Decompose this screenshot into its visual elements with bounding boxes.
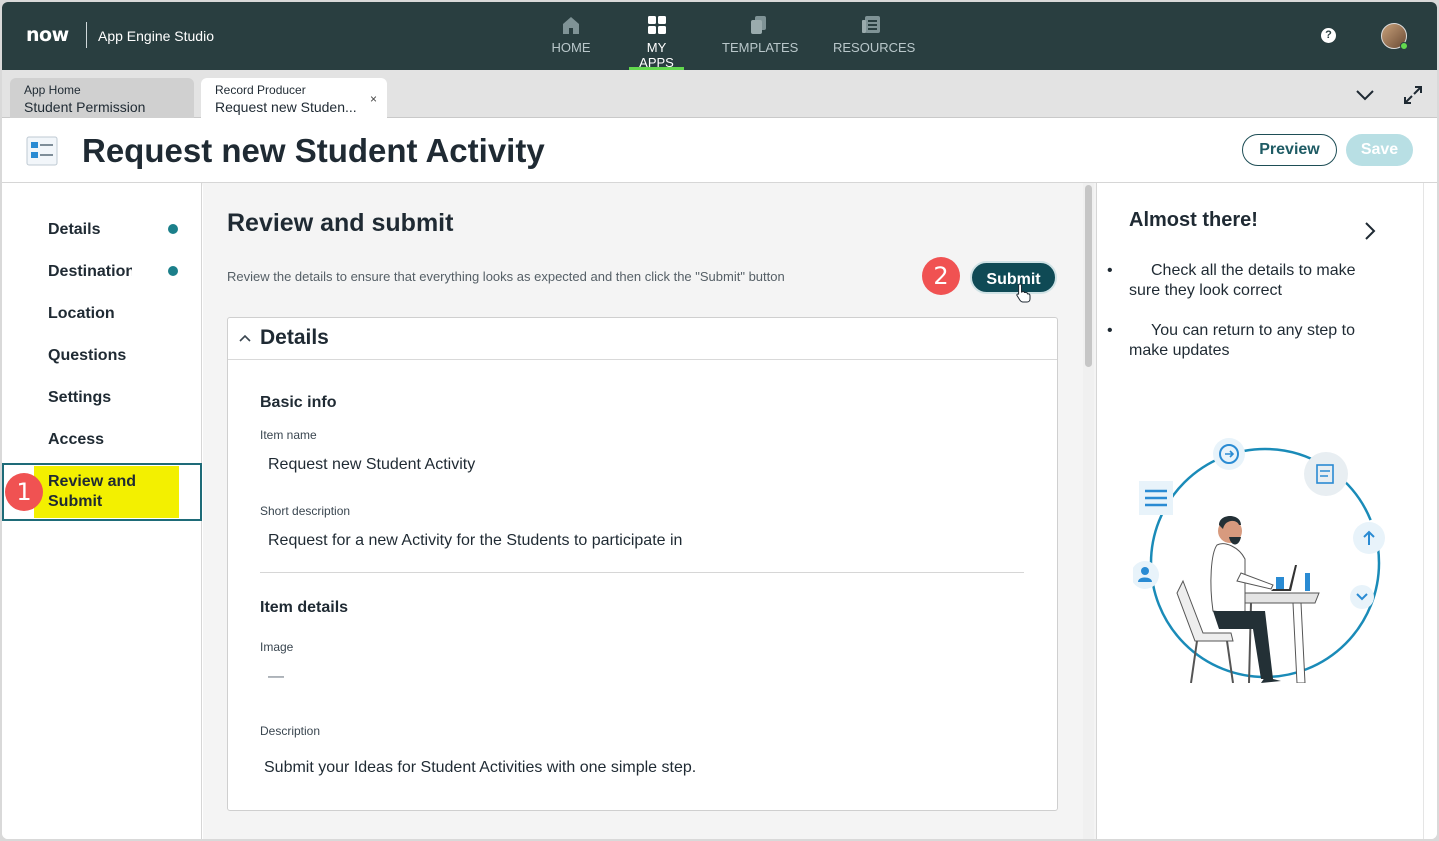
expand-icon[interactable]	[1402, 84, 1424, 106]
short-description-label: Short description	[260, 504, 351, 518]
scrollbar-thumb[interactable]	[1085, 185, 1092, 367]
step-review-and-submit-label: Review and Submit	[48, 473, 137, 510]
app-window: now App Engine Studio HOME MY APPS TEMPL…	[2, 2, 1437, 839]
chevron-up-icon[interactable]	[238, 332, 252, 344]
help-icon[interactable]: ?	[1321, 28, 1336, 43]
section-description: Review the details to ensure that everyt…	[227, 269, 785, 284]
person-at-desk-illustration	[1133, 438, 1385, 683]
tip-item: Check all the details to make sure they …	[1107, 261, 1389, 301]
chevron-right-icon[interactable]	[1363, 221, 1377, 241]
tab-bar: App Home Student Permission Record Produ…	[2, 70, 1437, 118]
step-nav: Details Destination Location Questions S…	[2, 183, 202, 839]
save-button[interactable]: Save	[1346, 134, 1413, 166]
nav-resources[interactable]: RESOURCES	[833, 14, 915, 70]
nav-home-label: HOME	[551, 40, 591, 55]
nav-home[interactable]: HOME	[550, 14, 592, 70]
details-card: Details Basic info Item name Request new…	[227, 317, 1058, 811]
templates-icon	[750, 16, 766, 34]
step-complete-indicator	[168, 266, 178, 276]
description-label: Description	[260, 724, 321, 738]
tab-type: App Home	[24, 83, 81, 97]
description-value: Submit your Ideas for Student Activities…	[264, 759, 697, 776]
step-access[interactable]: Access	[48, 431, 132, 449]
right-edge	[1423, 183, 1437, 839]
grid-icon	[647, 16, 666, 34]
tab-title: Request new Studen...	[215, 99, 357, 115]
top-nav: now App Engine Studio HOME MY APPS TEMPL…	[2, 2, 1437, 70]
preview-button[interactable]: Preview	[1242, 134, 1337, 166]
item-name-value: Request new Student Activity	[268, 456, 476, 473]
details-card-header[interactable]: Details	[228, 318, 1057, 360]
chevron-down-icon[interactable]	[1354, 86, 1376, 104]
nav-templates-label: TEMPLATES	[722, 40, 799, 55]
details-card-title: Details	[260, 326, 329, 349]
divider	[260, 572, 1024, 573]
nav-my-apps-label: MY APPS	[639, 40, 674, 70]
basic-info-heading: Basic info	[260, 394, 337, 411]
tab-record-producer[interactable]: Record Producer Request new Studen... ×	[201, 78, 387, 118]
step-destination[interactable]: Destination	[48, 263, 132, 281]
nav-resources-label: RESOURCES	[833, 40, 916, 55]
section-title: Review and submit	[227, 209, 454, 237]
step-details[interactable]: Details	[48, 221, 132, 239]
callout-badge-2: 2	[922, 257, 960, 295]
close-tab-icon[interactable]: ×	[370, 92, 377, 106]
step-questions[interactable]: Questions	[48, 347, 132, 365]
home-icon	[563, 17, 579, 34]
submit-button[interactable]: Submit	[970, 261, 1057, 294]
logo-separator	[86, 22, 87, 48]
step-settings[interactable]: Settings	[48, 389, 132, 407]
hand-cursor-icon	[1016, 283, 1031, 303]
help-panel: Almost there! Check all the details to m…	[1096, 183, 1423, 839]
image-value: —	[268, 668, 284, 685]
item-details-heading: Item details	[260, 599, 349, 616]
image-label: Image	[260, 640, 294, 654]
tab-title: Student Permission	[24, 99, 146, 115]
nav-templates[interactable]: TEMPLATES	[722, 14, 799, 70]
tab-app-home[interactable]: App Home Student Permission	[10, 78, 194, 118]
tab-type: Record Producer	[215, 83, 306, 97]
nav-my-apps[interactable]: MY APPS	[629, 14, 684, 70]
now-logo[interactable]: now	[26, 24, 69, 46]
step-location[interactable]: Location	[48, 305, 132, 323]
resources-icon	[862, 16, 880, 33]
page-header: Request new Student Activity Preview Sav…	[2, 118, 1437, 183]
short-description-value: Request for a new Activity for the Stude…	[268, 532, 683, 549]
tips-list: Check all the details to make sure they …	[1107, 261, 1389, 381]
main-content: Review and submit Review the details to …	[203, 183, 1096, 839]
callout-badge-1: 1	[5, 473, 43, 511]
item-name-label: Item name	[260, 428, 317, 442]
app-name[interactable]: App Engine Studio	[98, 28, 214, 44]
page-title: Request new Student Activity	[82, 132, 545, 169]
step-complete-indicator	[168, 224, 178, 234]
presence-status-icon	[1400, 42, 1408, 50]
checklist-icon	[26, 136, 58, 166]
help-panel-title: Almost there!	[1129, 209, 1258, 231]
tip-item: You can return to any step to make updat…	[1107, 321, 1389, 361]
